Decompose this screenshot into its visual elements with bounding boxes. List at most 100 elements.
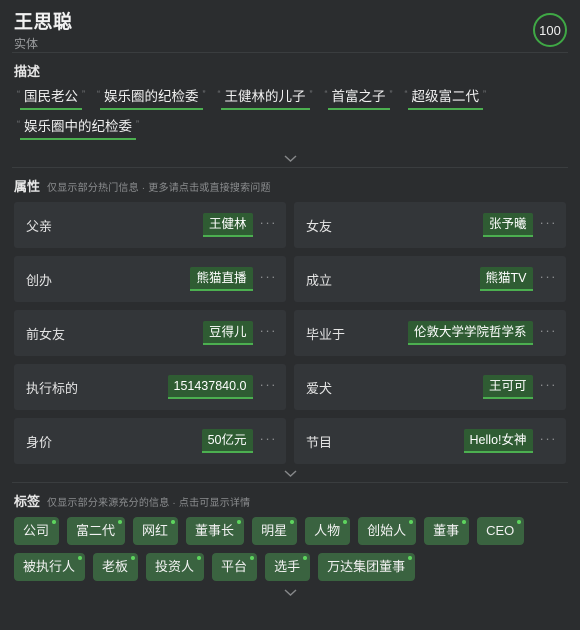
description-item[interactable]: “ 国民老公 ” [14,87,88,110]
attributes-hint: 仅显示部分热门信息 · 更多请点击或直接搜索问题 [47,183,271,194]
chevron-down-icon [284,154,296,162]
tag-item[interactable]: 选手 [265,553,311,581]
attribute-value-group: Hello!女神 ··· [463,429,559,453]
tag-item[interactable]: 万达集团董事 [318,553,416,581]
attribute-more-icon[interactable]: ··· [259,270,279,286]
tag-item[interactable]: 网红 [133,517,179,545]
tags-section: 标签 仅显示部分来源充分的信息 · 点击可显示详情 公司 富二代 网红 董事长 … [0,483,580,601]
attribute-more-icon[interactable]: ··· [539,378,559,394]
score-value: 100 [539,22,561,38]
attribute-row[interactable]: 爱犬 王可可 ··· [294,364,566,410]
tag-dot-icon [408,556,413,560]
tag-dot-icon [78,556,83,560]
tags-hint: 仅显示部分来源充分的信息 · 点击可显示详情 [47,498,251,509]
attribute-value-chip[interactable]: 王可可 [482,375,533,399]
tag-label: 创始人 [367,523,407,538]
attribute-value-chip[interactable]: 熊猫TV [479,267,533,291]
attribute-row[interactable]: 创办 熊猫直播 ··· [14,256,286,302]
tag-item[interactable]: 平台 [212,553,258,581]
attribute-value-group: 张予曦 ··· [482,213,559,237]
description-item-label: 王健林的儿子 [220,87,310,110]
attribute-label: 创办 [26,272,53,288]
tags-list: 公司 富二代 网红 董事长 明星 人物 创始人 董事 CEO 被执行人 老板 投… [14,517,566,583]
tag-label: 董事长 [195,523,235,538]
tag-label: 富二代 [76,523,116,538]
tag-dot-icon [171,520,176,524]
attribute-more-icon[interactable]: ··· [539,324,559,340]
tag-item[interactable]: 公司 [14,517,60,545]
tag-label: 老板 [102,559,129,574]
tag-label: CEO [486,523,515,538]
tag-dot-icon [290,520,295,524]
attribute-value-chip[interactable]: 151437840.0 [167,375,253,399]
attribute-more-icon[interactable]: ··· [539,216,559,232]
attribute-more-icon[interactable]: ··· [539,270,559,286]
tag-label: 人物 [314,523,341,538]
attribute-value-chip[interactable]: 张予曦 [482,213,533,237]
attribute-row[interactable]: 节目 Hello!女神 ··· [294,418,566,464]
tag-item[interactable]: 人物 [305,517,351,545]
tag-item[interactable]: CEO [477,517,525,545]
attribute-value-group: 伦敦大学学院哲学系 ··· [407,321,559,345]
description-item[interactable]: “ 王健林的儿子 ” [215,87,316,110]
tag-item[interactable]: 董事 [424,517,470,545]
attribute-value-group: 豆得儿 ··· [202,321,279,345]
tag-item[interactable]: 投资人 [146,553,205,581]
entity-header: 王思聪 实体 100 [0,0,580,52]
attribute-row[interactable]: 成立 熊猫TV ··· [294,256,566,302]
description-item[interactable]: “ 超级富二代 ” [402,87,490,110]
attribute-value-chip[interactable]: 豆得儿 [202,321,253,345]
tag-dot-icon [197,556,202,560]
attribute-more-icon[interactable]: ··· [539,432,559,448]
description-expand-button[interactable] [14,149,566,167]
attribute-more-icon[interactable]: ··· [259,216,279,232]
tag-item[interactable]: 被执行人 [14,553,86,581]
tag-item[interactable]: 富二代 [67,517,126,545]
tag-label: 投资人 [155,559,195,574]
tag-item[interactable]: 创始人 [358,517,417,545]
attribute-label: 毕业于 [306,326,346,342]
attribute-row[interactable]: 执行标的 151437840.0 ··· [14,364,286,410]
tag-item[interactable]: 明星 [252,517,298,545]
tag-label: 明星 [261,523,288,538]
quote-open-icon: “ [217,89,221,99]
tags-title: 标签 [14,494,41,509]
tags-header: 标签 仅显示部分来源充分的信息 · 点击可显示详情 [14,491,566,510]
quote-close-icon: ” [136,119,139,129]
attribute-more-icon[interactable]: ··· [259,324,279,340]
description-item[interactable]: “ 首富之子 ” [322,87,396,110]
attribute-label: 成立 [306,272,333,288]
tags-expand-button[interactable] [14,583,566,601]
attributes-expand-button[interactable] [14,464,566,482]
tag-label: 网红 [142,523,169,538]
attribute-value-chip[interactable]: 伦敦大学学院哲学系 [407,321,533,345]
attribute-row[interactable]: 前女友 豆得儿 ··· [14,310,286,356]
tag-item[interactable]: 董事长 [186,517,245,545]
description-list: “ 国民老公 ” “ 娱乐圈的纪检委 ” “ 王健林的儿子 ” “ 首富之子 ”… [14,87,566,149]
quote-open-icon: “ [404,89,408,99]
quote-open-icon: “ [324,89,328,99]
attribute-row[interactable]: 女友 张予曦 ··· [294,202,566,248]
description-item-label: 首富之子 [327,87,390,110]
attribute-row[interactable]: 身价 50亿元 ··· [14,418,286,464]
attribute-value-chip[interactable]: 王健林 [202,213,253,237]
attribute-more-icon[interactable]: ··· [259,378,279,394]
tag-dot-icon [118,520,123,524]
tag-label: 选手 [274,559,301,574]
tag-dot-icon [52,520,57,524]
quote-close-icon: ” [309,89,313,99]
description-item[interactable]: “ 娱乐圈中的纪检委 ” [14,117,142,140]
attribute-more-icon[interactable]: ··· [259,432,279,448]
tag-dot-icon [131,556,136,560]
description-item[interactable]: “ 娱乐圈的纪检委 ” [94,87,209,110]
attribute-row[interactable]: 父亲 王健林 ··· [14,202,286,248]
attribute-label: 身价 [26,434,53,450]
attribute-value-group: 王健林 ··· [202,213,279,237]
description-item-label: 超级富二代 [407,87,483,110]
attribute-value-chip[interactable]: 熊猫直播 [190,267,253,291]
quote-open-icon: “ [17,89,20,99]
attribute-value-chip[interactable]: 50亿元 [201,429,253,453]
tag-item[interactable]: 老板 [93,553,139,581]
attribute-row[interactable]: 毕业于 伦敦大学学院哲学系 ··· [294,310,566,356]
attribute-value-chip[interactable]: Hello!女神 [463,429,533,453]
